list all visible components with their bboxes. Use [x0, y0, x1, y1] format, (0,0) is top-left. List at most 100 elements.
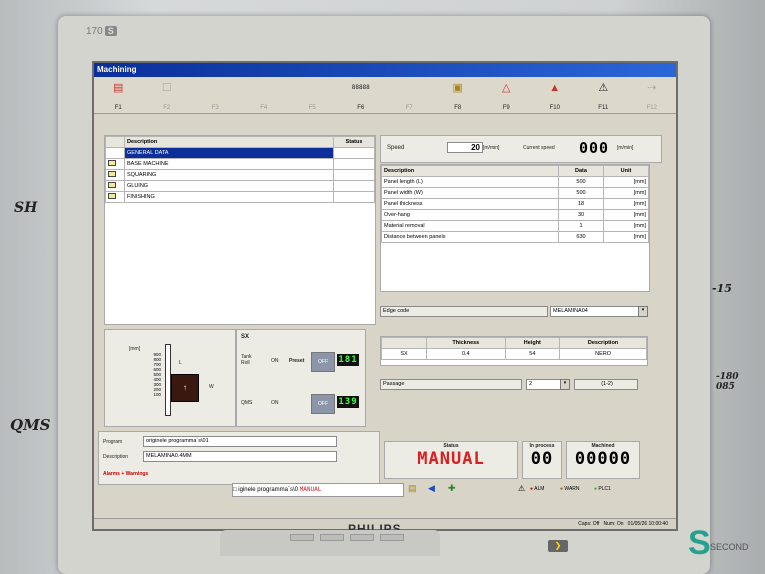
- f1-button[interactable]: ▤ F1: [94, 77, 143, 113]
- monitor-model: 170 S: [86, 26, 117, 37]
- params-row[interactable]: Distance between panels 630 [mm]: [381, 231, 649, 243]
- preset-label: Preset: [289, 358, 305, 364]
- tree-item-finishing[interactable]: FINISHING: [105, 191, 375, 203]
- document-icon: □: [233, 487, 237, 493]
- length-label: L: [179, 360, 182, 366]
- monitor-button[interactable]: [350, 534, 374, 541]
- edge-header-thickness: Thickness: [426, 337, 506, 349]
- tree-header-status: Status: [333, 136, 375, 148]
- f10-button[interactable]: ▲ F10: [531, 77, 580, 113]
- f2-button[interactable]: ☐ F2: [143, 77, 192, 113]
- alarms-warnings-button[interactable]: Alarms + Warnings: [103, 471, 148, 477]
- diagram-unit: [mm]: [129, 346, 141, 352]
- watermark-text: SECOND: [710, 542, 749, 552]
- params-table: Description Data Unit Panel length (L) 500[…: [380, 164, 650, 292]
- program-field[interactable]: originele programma`s\01: [143, 436, 337, 447]
- section-tree: Description Status GENERAL DATA BASE MACH…: [104, 135, 376, 325]
- folder-icon: [108, 193, 116, 199]
- tree-item-gluing[interactable]: GLUING: [105, 180, 375, 192]
- edge-code-label: Edge code: [380, 306, 548, 317]
- caps-status: Caps: Off: [578, 521, 600, 527]
- current-speed-unit: [m/min]: [617, 145, 634, 151]
- speed-unit: [m/min]: [483, 145, 500, 151]
- f8-button[interactable]: ▣ F8: [434, 77, 483, 113]
- transfer-icon[interactable]: ◀: [428, 483, 435, 494]
- description-label: Description: [103, 454, 129, 460]
- handwritten-label: QMS: [10, 416, 51, 434]
- params-row[interactable]: Panel thickness 18 [mm]: [381, 198, 649, 210]
- params-row[interactable]: Material removal 1 [mm]: [381, 220, 649, 232]
- tree-item-base-machine[interactable]: BASE MACHINE: [105, 158, 375, 170]
- inprocess-panel: In process 00: [522, 441, 562, 479]
- reset-icon: ▲: [549, 82, 561, 94]
- alm-indicator: ● ALM: [530, 486, 545, 492]
- chevron-down-icon[interactable]: ▾: [560, 379, 570, 390]
- program-panel: Program originele programma`s\01 Descrip…: [98, 431, 380, 485]
- speed-panel: Speed 20 [m/min] Current speed 000 [m/mi…: [380, 135, 662, 163]
- qms-off-button[interactable]: OFF: [311, 394, 335, 414]
- params-header-unit: Unit: [603, 165, 649, 177]
- watermark-logo: S: [688, 524, 711, 562]
- datetime: 01/05/26 10:00:40: [627, 521, 668, 527]
- warning-icon: ⚠: [598, 82, 609, 94]
- monitor-bezel: 170 S Machining ▤ F1 ☐ F2 F3 F4 F5 88888 F6 …: [58, 16, 710, 574]
- reference-icon: △: [502, 82, 511, 94]
- tank-on-button[interactable]: ON: [271, 358, 279, 364]
- power-button[interactable]: ❯: [548, 540, 568, 552]
- status-panel: Status MANUAL: [384, 441, 518, 479]
- tree-header-description: Description: [124, 136, 334, 148]
- num-status: Num: On: [603, 521, 624, 527]
- f11-button[interactable]: ⚠ F11: [579, 77, 628, 113]
- description-field[interactable]: MELAMINA0.4MM: [143, 451, 337, 462]
- edge-row[interactable]: SX 0.4 54 NERO: [381, 348, 647, 360]
- f9-button[interactable]: △ F9: [482, 77, 531, 113]
- chevron-down-icon[interactable]: ▾: [638, 306, 648, 317]
- move-icon[interactable]: ✚: [448, 483, 456, 494]
- params-header-data: Data: [558, 165, 604, 177]
- tree-item-squaring[interactable]: SQUARING: [105, 169, 375, 181]
- current-speed-label: Current speed: [523, 145, 555, 151]
- monitor-button[interactable]: [380, 534, 404, 541]
- plc-indicator: ● PLC1: [594, 486, 611, 492]
- screen: Machining ▤ F1 ☐ F2 F3 F4 F5 88888 F6 F7 ▣ F…: [92, 61, 678, 531]
- monitor-button[interactable]: [320, 534, 344, 541]
- passage-label: Passage: [380, 379, 522, 390]
- handwritten-label: -15: [712, 282, 732, 295]
- panel-shape: ↑: [171, 374, 199, 402]
- width-label: W: [209, 384, 214, 390]
- machined-display: 00000: [574, 449, 632, 469]
- f7-button[interactable]: F7: [385, 77, 434, 113]
- list-icon[interactable]: ▤: [408, 483, 417, 494]
- f6-button[interactable]: 88888 F6: [337, 77, 386, 113]
- speed-label: Speed: [387, 145, 405, 151]
- params-row[interactable]: Panel width (W) 500 [mm]: [381, 187, 649, 199]
- sx-panel: SX Tank Roll ON Preset OFF 181 QMS ON OF…: [236, 329, 366, 427]
- diagram-scale: 900 800 700 600 500 400 300 200 100: [153, 352, 161, 397]
- current-speed-display: 000: [579, 139, 610, 157]
- f3-button[interactable]: F3: [191, 77, 240, 113]
- tank-off-button[interactable]: OFF: [311, 352, 335, 372]
- speed-input[interactable]: 20: [447, 142, 483, 153]
- machined-panel: Machined 00000: [566, 441, 640, 479]
- handwritten-label: -180 085: [716, 372, 739, 392]
- params-row[interactable]: Over-hang 30 [mm]: [381, 209, 649, 221]
- warning-icon: ⚠: [518, 484, 526, 493]
- warn-indicator: ● WARN: [560, 486, 580, 492]
- handwritten-label: SH: [14, 200, 38, 216]
- edge-code-select[interactable]: MELAMINA04: [550, 306, 644, 317]
- folder-icon: [108, 160, 116, 166]
- qms-value-display: 139: [337, 396, 359, 408]
- f5-button[interactable]: F5: [288, 77, 337, 113]
- monitor-button[interactable]: [290, 534, 314, 541]
- machine-icon: ▤: [113, 82, 124, 94]
- f12-button[interactable]: ⇢ F12: [628, 77, 677, 113]
- tree-item-general-data[interactable]: GENERAL DATA: [105, 147, 375, 159]
- f4-button[interactable]: F4: [240, 77, 289, 113]
- inprocess-display: 00: [530, 449, 554, 469]
- qms-on-button[interactable]: ON: [271, 400, 279, 406]
- window-title: Machining: [94, 63, 676, 77]
- folder-icon: [108, 171, 116, 177]
- params-row[interactable]: Panel length (L) 500 [mm]: [381, 176, 649, 188]
- tank-roll-label: Tank Roll: [241, 354, 252, 366]
- folder-icon: [108, 182, 116, 188]
